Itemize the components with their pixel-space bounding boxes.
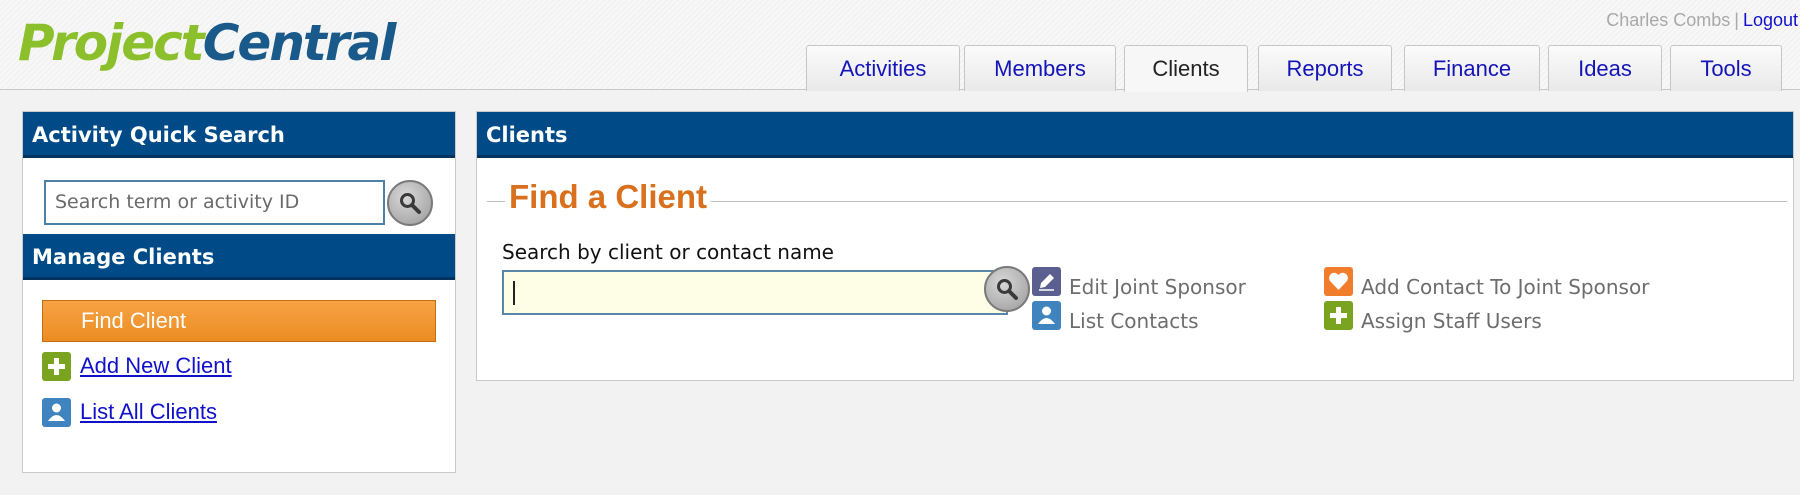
plus-icon — [1324, 301, 1353, 330]
pencil-icon — [1032, 267, 1061, 296]
add-contact-joint-sponsor-action[interactable]: Add Contact To Joint Sponsor — [1324, 267, 1664, 299]
text-caret — [513, 281, 515, 305]
add-new-client-link[interactable]: Add New Client — [80, 353, 232, 379]
client-search-button[interactable] — [984, 266, 1030, 312]
list-all-clients-item: List All Clients — [42, 398, 342, 428]
user-bar-separator: | — [1734, 10, 1739, 30]
user-bar: Charles Combs | Logout — [1606, 10, 1798, 31]
user-name: Charles Combs — [1606, 10, 1731, 30]
list-contacts-label: List Contacts — [1069, 309, 1199, 333]
add-new-client-item: Add New Client — [42, 352, 342, 382]
clients-panel: Clients Find a Client Search by client o… — [476, 111, 1794, 381]
quick-search-header: Activity Quick Search — [23, 112, 455, 158]
find-client-button[interactable]: Find Client — [42, 300, 436, 342]
client-search-input[interactable] — [502, 270, 1008, 315]
manage-clients-header: Manage Clients — [23, 234, 455, 280]
list-contacts-action[interactable]: List Contacts — [1032, 301, 1272, 333]
edit-joint-sponsor-label: Edit Joint Sponsor — [1069, 275, 1246, 299]
plus-icon — [42, 352, 71, 381]
activity-search-input[interactable]: Search term or activity ID — [44, 180, 385, 225]
edit-joint-sponsor-action[interactable]: Edit Joint Sponsor — [1032, 267, 1272, 299]
clients-panel-header: Clients — [477, 112, 1793, 158]
activity-search-placeholder: Search term or activity ID — [55, 191, 300, 213]
app-logo[interactable]: ProjectCentral — [18, 8, 396, 78]
sidebar: Activity Quick Search Search term or act… — [22, 111, 456, 473]
tab-tools[interactable]: Tools — [1670, 45, 1782, 91]
assign-staff-users-label: Assign Staff Users — [1361, 309, 1542, 333]
find-client-title: Find a Client — [505, 178, 711, 216]
client-search-label: Search by client or contact name — [502, 240, 834, 264]
tab-reports[interactable]: Reports — [1258, 45, 1392, 91]
tab-finance[interactable]: Finance — [1404, 45, 1540, 91]
tab-ideas[interactable]: Ideas — [1548, 45, 1662, 91]
logout-link[interactable]: Logout — [1743, 10, 1798, 30]
user-icon — [42, 398, 71, 427]
tab-clients[interactable]: Clients — [1124, 45, 1248, 92]
user-icon — [1032, 301, 1061, 330]
app-header: ProjectCentral Charles Combs | Logout Acti… — [0, 0, 1800, 92]
list-all-clients-link[interactable]: List All Clients — [80, 399, 217, 425]
assign-staff-users-action[interactable]: Assign Staff Users — [1324, 301, 1664, 333]
add-contact-joint-sponsor-label: Add Contact To Joint Sponsor — [1361, 275, 1650, 299]
tab-activities[interactable]: Activities — [806, 45, 960, 91]
tab-members[interactable]: Members — [964, 45, 1116, 91]
heart-icon — [1324, 267, 1353, 296]
activity-search-button[interactable] — [387, 180, 433, 226]
